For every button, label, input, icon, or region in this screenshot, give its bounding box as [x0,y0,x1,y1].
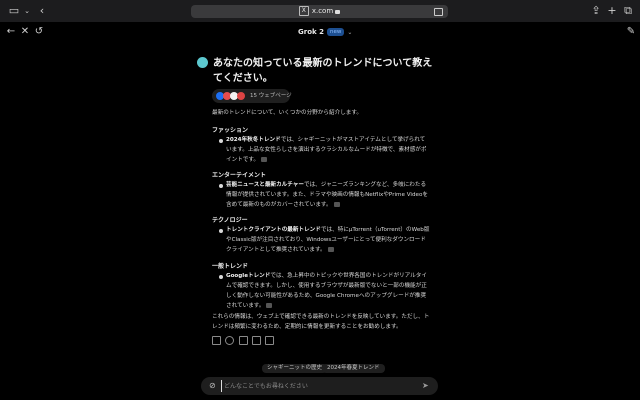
answer-outro: これらの情報は、ウェブ上で確認できる最新のトレンドを反映しています。ただし、トレ… [212,314,430,330]
sources-count: 15 ウェブページ [250,93,292,99]
section-heading: エンターテイメント [212,172,267,179]
share-icon[interactable]: ⇪ [590,5,602,17]
section-item: トレントクライアントの最新トレンドでは、特にμTorrent（uTorrent）… [226,227,430,253]
thumbs-down-icon[interactable] [265,336,274,345]
share-icon[interactable] [239,336,248,345]
lock-icon [335,10,341,14]
citation-icon[interactable] [327,247,334,252]
answer-intro: 最新のトレンドについて、いくつかの分野から紹介します。 [212,110,363,116]
citation-icon[interactable] [333,202,340,207]
section-heading: ファッション [212,127,249,134]
new-tab-icon[interactable]: + [606,5,618,17]
close-icon[interactable]: ✕ [20,27,30,37]
back-arrow-icon[interactable]: ← [6,27,16,37]
new-badge: new [326,28,345,36]
regenerate-icon[interactable] [225,336,234,345]
browser-toolbar: ▭ ⌄ ‹ Xx.com ⇪ + ⧉ [0,0,640,22]
bullet [219,184,223,188]
section-item: Googleトレンドでは、急上昇中のトピックや世界各国のトレンドがリアルタイムで… [226,273,427,309]
source-favicon-icon [237,92,245,100]
citation-icon[interactable] [266,303,273,308]
address-bar[interactable]: Xx.com [191,5,448,18]
model-name: Grok 2 [298,28,324,36]
new-chat-icon[interactable]: ✎ [626,27,636,37]
composer: ⊘ ➤ [201,377,438,395]
sources-pill[interactable]: 15 ウェブページ [212,89,292,103]
thumbs-up-icon[interactable] [252,336,261,345]
section-item: 2024年秋冬トレンドでは、シャギーニットがマストアイテムとして挙げられています… [226,137,427,163]
chevron-down-icon: ⌄ [347,29,353,36]
bullet [219,229,223,233]
chevron-down-icon[interactable]: ⌄ [21,5,33,17]
prompt-input[interactable] [221,380,414,392]
section-heading: テクノロジー [212,217,248,224]
tabs-icon[interactable]: ⧉ [622,5,634,17]
citation-icon[interactable] [261,157,268,162]
reader-icon[interactable] [434,8,443,16]
back-icon[interactable]: ‹ [36,5,48,17]
section-heading: 一般トレンド [212,263,249,270]
bullet [219,139,223,143]
section-item: 芸能ニュースと最新カルチャーでは、ジャニーズランキングなど、多岐にわたる情報が提… [226,182,428,208]
send-icon[interactable]: ➤ [422,381,430,390]
user-avatar [197,57,208,68]
copy-icon[interactable] [212,336,221,345]
suggestion-chip[interactable]: 2024年春夏トレンド [322,364,385,373]
user-question: あなたの知っている最新のトレンドについて教えてください。 [213,58,433,84]
sidebar-icon[interactable]: ▭ [8,5,20,17]
history-icon[interactable]: ↺ [34,27,44,37]
bullet [219,275,223,279]
attach-icon[interactable]: ⊘ [209,381,216,390]
x-logo-icon: X [298,6,309,16]
suggestion-chip[interactable]: シャギーニットの歴史 [262,364,328,373]
url-text: x.com [311,7,334,15]
model-selector[interactable]: Grok 2 new ⌄ [298,28,352,36]
